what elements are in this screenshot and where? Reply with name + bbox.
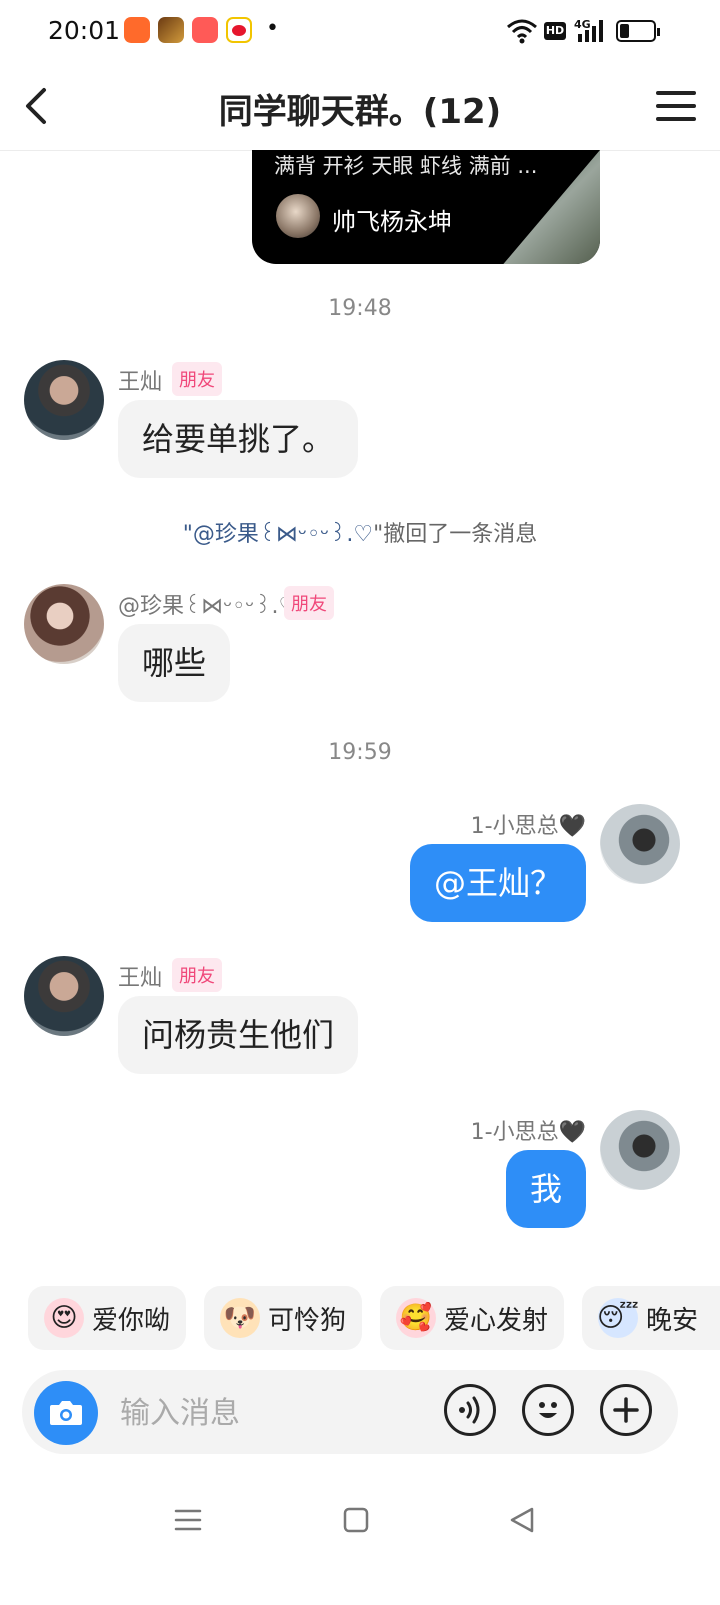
timestamp: 19:59 <box>328 740 392 765</box>
xiaohongshu-icon <box>192 17 218 43</box>
sender-name: @珍果꒰⋈ᵕ◦ᵕ꒱.♡ <box>118 594 299 619</box>
heart-eyes-emoji-icon: 😍 <box>44 1298 84 1338</box>
message-bubble[interactable]: 哪些 <box>118 624 231 702</box>
friend-badge: 朋友 <box>172 958 222 992</box>
back-icon[interactable] <box>18 86 58 126</box>
emoji-icon <box>539 1402 557 1418</box>
avatar[interactable] <box>600 804 680 884</box>
signal-4g-icon: 4G <box>574 18 608 44</box>
sender-name: 王灿 <box>118 966 163 991</box>
weibo-icon <box>226 17 252 43</box>
avatar[interactable] <box>24 360 104 440</box>
post-text: 满背 开衫 天眼 虾线 满前 ... <box>274 154 538 178</box>
xiaohongshu-icon <box>124 17 150 43</box>
wifi-icon <box>507 19 537 44</box>
game-icon <box>158 17 184 43</box>
back-triangle-icon[interactable] <box>508 1506 536 1534</box>
notification-dot: • <box>266 16 279 41</box>
plus-icon <box>613 1397 639 1423</box>
sender-name: 1-小思总🖤 <box>470 1120 586 1145</box>
camera-button[interactable] <box>34 1381 98 1445</box>
quick-reply-label: 可怜狗 <box>268 1305 347 1336</box>
dog-emoji-icon: 🐶 <box>220 1298 260 1338</box>
recall-text: "撤回了一条消息 <box>373 522 538 547</box>
post-author: 帅飞杨永坤 <box>332 208 452 236</box>
message-bubble[interactable]: 给要单挑了。 <box>118 400 359 478</box>
quick-reply-chip[interactable]: 🐶 可怜狗 <box>204 1286 362 1350</box>
message-bubble[interactable]: 问杨贵生他们 <box>118 996 359 1074</box>
sender-name: 王灿 <box>118 370 163 395</box>
home-icon[interactable] <box>342 1506 370 1534</box>
menu-icon[interactable] <box>654 88 698 124</box>
shared-post-card[interactable]: 满背 开衫 天眼 虾线 满前 ... 帅飞杨永坤 <box>252 150 600 264</box>
clock: 20:01 <box>48 16 121 45</box>
quick-reply-chip[interactable]: 😍 爱你呦 <box>28 1286 186 1350</box>
timestamp: 19:48 <box>328 296 392 321</box>
avatar[interactable] <box>24 956 104 1036</box>
quick-reply-label: 爱心发射 <box>444 1305 549 1336</box>
quick-reply-label: 晚安 <box>646 1305 699 1336</box>
battery-icon <box>616 20 660 42</box>
avatar <box>276 194 320 238</box>
quick-reply-chip[interactable]: 🥰 爱心发射 <box>380 1286 564 1350</box>
message-input[interactable] <box>118 1390 422 1436</box>
voice-icon <box>459 1396 480 1424</box>
quick-reply-label: 爱你呦 <box>92 1305 171 1336</box>
status-bar: 20:01 • HD 4G <box>0 0 720 64</box>
plus-button[interactable] <box>600 1384 652 1436</box>
hearts-emoji-icon: 🥰 <box>396 1298 436 1338</box>
quick-reply-chip[interactable]: 😴 晚安 <box>582 1286 720 1350</box>
recall-user: "@珍果꒰⋈ᵕ◦ᵕ꒱.♡ <box>182 522 374 547</box>
emoji-button[interactable] <box>522 1384 574 1436</box>
sender-name: 1-小思总🖤 <box>470 814 586 839</box>
avatar[interactable] <box>24 584 104 664</box>
voice-button[interactable] <box>444 1384 496 1436</box>
message-bubble[interactable]: @王灿？ <box>409 844 586 922</box>
camera-icon <box>50 1401 82 1425</box>
chat-title: 同学聊天群。(12) <box>218 92 502 132</box>
menu-icon[interactable] <box>174 1506 202 1534</box>
friend-badge: 朋友 <box>172 362 222 396</box>
hd-icon: HD <box>544 22 566 40</box>
friend-badge: 朋友 <box>284 586 334 620</box>
sleepy-emoji-icon: 😴 <box>597 1298 639 1338</box>
recall-notice: "@珍果꒰⋈ᵕ◦ᵕ꒱.♡"撤回了一条消息 <box>0 516 720 548</box>
avatar[interactable] <box>600 1110 680 1190</box>
message-bubble[interactable]: 我 <box>505 1150 586 1228</box>
